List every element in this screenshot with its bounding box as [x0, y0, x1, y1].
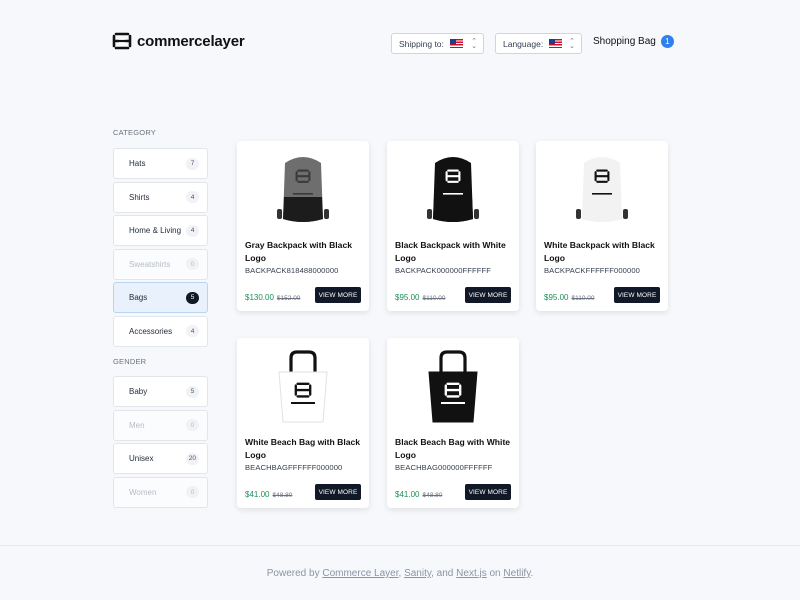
product-name: Black Beach Bag with White Logo	[395, 437, 511, 460]
filter-label: Sweatshirts	[129, 259, 171, 269]
filter-count-badge: 4	[186, 191, 199, 203]
footer-separator: ,	[398, 568, 402, 579]
gray-backpack-image[interactable]	[237, 149, 369, 229]
footer-separator: , and	[431, 568, 454, 579]
view-more-button[interactable]: VIEW MORE	[614, 287, 660, 303]
filter-hats[interactable]: Hats 7	[113, 148, 208, 179]
filter-label: Bags	[129, 293, 148, 302]
filter-count-badge: 20	[185, 452, 199, 465]
product-card[interactable]: Black Beach Bag with White Logo BEACHBAG…	[387, 338, 519, 508]
footer-separator: on	[489, 568, 501, 579]
netlify-link[interactable]: Netlify	[503, 568, 530, 579]
language-select[interactable]: Language: ⌃ ⌄	[495, 33, 582, 54]
chevron-updown-icon: ⌃ ⌄	[471, 37, 477, 50]
filter-count-badge: 4	[186, 224, 199, 237]
commerce-layer-link[interactable]: Commerce Layer	[322, 568, 398, 579]
current-price: $95.00	[395, 293, 420, 302]
filter-count-badge: 0	[186, 486, 199, 498]
bag-count-badge: 1	[660, 35, 674, 48]
filter-label: Men	[129, 420, 145, 430]
white-beach-bag-image[interactable]	[237, 346, 369, 426]
filter-count-badge: 7	[186, 157, 199, 170]
footer-credits: Powered by Commerce Layer, Sanity, and N…	[0, 568, 800, 579]
product-price: $41.00 $48.80	[395, 490, 442, 499]
product-card[interactable]: Gray Backpack with Black Logo BACKPACK81…	[237, 141, 369, 311]
product-card[interactable]: Black Backpack with White Logo BACKPACK0…	[387, 141, 519, 311]
product-card[interactable]: White Beach Bag with Black Logo BEACHBAG…	[237, 338, 369, 508]
original-price: $48.80	[272, 492, 293, 499]
product-name: Black Backpack with White Logo	[395, 240, 506, 263]
original-price: $110.00	[571, 295, 595, 302]
shopping-bag-button[interactable]: Shopping Bag 1	[593, 35, 674, 48]
filter-count-badge: 0	[186, 258, 199, 270]
filter-baby[interactable]: Baby 5	[113, 376, 208, 407]
footer-divider	[0, 545, 800, 546]
filter-shirts[interactable]: Shirts 4	[113, 181, 208, 213]
original-price: $152.00	[276, 295, 301, 302]
filter-label: Women	[129, 487, 157, 497]
current-price: $95.00	[544, 293, 569, 302]
nextjs-link[interactable]: Next.js	[456, 568, 487, 579]
black-beach-bag-image[interactable]	[387, 346, 519, 426]
product-price: $41.00 $48.80	[245, 490, 292, 499]
gender-title: GENDER	[113, 357, 147, 366]
white-backpack-image[interactable]	[536, 149, 668, 229]
product-price: $95.00 $110.00	[395, 293, 445, 302]
filter-home-living[interactable]: Home & Living 4	[113, 215, 208, 246]
us-flag-icon	[549, 39, 563, 48]
filter-label: Shirts	[129, 192, 150, 202]
filter-count-badge: 5	[186, 291, 199, 304]
sanity-link[interactable]: Sanity	[404, 568, 431, 579]
view-more-button[interactable]: VIEW MORE	[315, 287, 361, 303]
product-sku: BEACHBAGFFFFFF000000	[245, 463, 343, 472]
product-card[interactable]: White Backpack with Black Logo BACKPACKF…	[536, 141, 668, 311]
product-name: White Backpack with Black Logo	[544, 240, 655, 263]
current-price: $130.00	[245, 293, 274, 302]
view-more-button[interactable]: VIEW MORE	[465, 484, 511, 500]
filter-women[interactable]: Women 0	[113, 476, 208, 508]
original-price: $48.80	[422, 492, 443, 499]
filter-men[interactable]: Men 0	[113, 409, 208, 441]
us-flag-icon	[449, 39, 463, 48]
product-price: $95.00 $110.00	[544, 293, 594, 302]
filter-label: Hats	[129, 159, 146, 168]
filter-label: Home & Living	[129, 226, 182, 235]
filter-count-badge: 4	[186, 325, 199, 337]
black-backpack-image[interactable]	[387, 149, 519, 229]
product-sku: BACKPACK818488000000	[245, 266, 339, 275]
filter-count-badge: 5	[186, 385, 199, 398]
chevron-updown-icon: ⌃ ⌄	[569, 37, 575, 50]
view-more-button[interactable]: VIEW MORE	[465, 287, 511, 303]
current-price: $41.00	[245, 490, 270, 499]
filter-label: Unisex	[129, 454, 154, 463]
filter-accessories[interactable]: Accessories 4	[113, 315, 208, 347]
filter-unisex[interactable]: Unisex 20	[113, 443, 208, 474]
shipping-label: Shipping to:	[399, 38, 444, 49]
footer-end: .	[530, 568, 534, 579]
product-name: White Beach Bag with Black Logo	[245, 437, 361, 460]
product-price: $130.00 $152.00	[245, 293, 300, 302]
commercelayer-logo-icon	[112, 32, 132, 50]
language-label: Language:	[503, 38, 544, 49]
product-name: Gray Backpack with Black Logo	[245, 240, 352, 263]
filter-label: Baby	[129, 387, 148, 396]
filter-bags[interactable]: Bags 5	[113, 282, 208, 313]
filter-count-badge: 0	[186, 419, 199, 431]
brand-logo[interactable]: commercelayer	[112, 32, 245, 50]
current-price: $41.00	[395, 490, 420, 499]
product-sku: BEACHBAG000000FFFFFF	[395, 463, 493, 472]
product-sku: BACKPACKFFFFFF000000	[544, 266, 640, 275]
filter-sweatshirts[interactable]: Sweatshirts 0	[113, 248, 208, 280]
shipping-country-select[interactable]: Shipping to: ⌃ ⌄	[391, 33, 484, 54]
original-price: $110.00	[422, 295, 446, 302]
filter-label: Accessories	[129, 326, 173, 336]
view-more-button[interactable]: VIEW MORE	[315, 484, 361, 500]
product-sku: BACKPACK000000FFFFFF	[395, 266, 491, 275]
footer-prefix: Powered by	[266, 568, 320, 579]
brand-name: commercelayer	[137, 32, 245, 50]
category-title: CATEGORY	[113, 128, 156, 137]
shopping-bag-label: Shopping Bag	[593, 36, 656, 47]
